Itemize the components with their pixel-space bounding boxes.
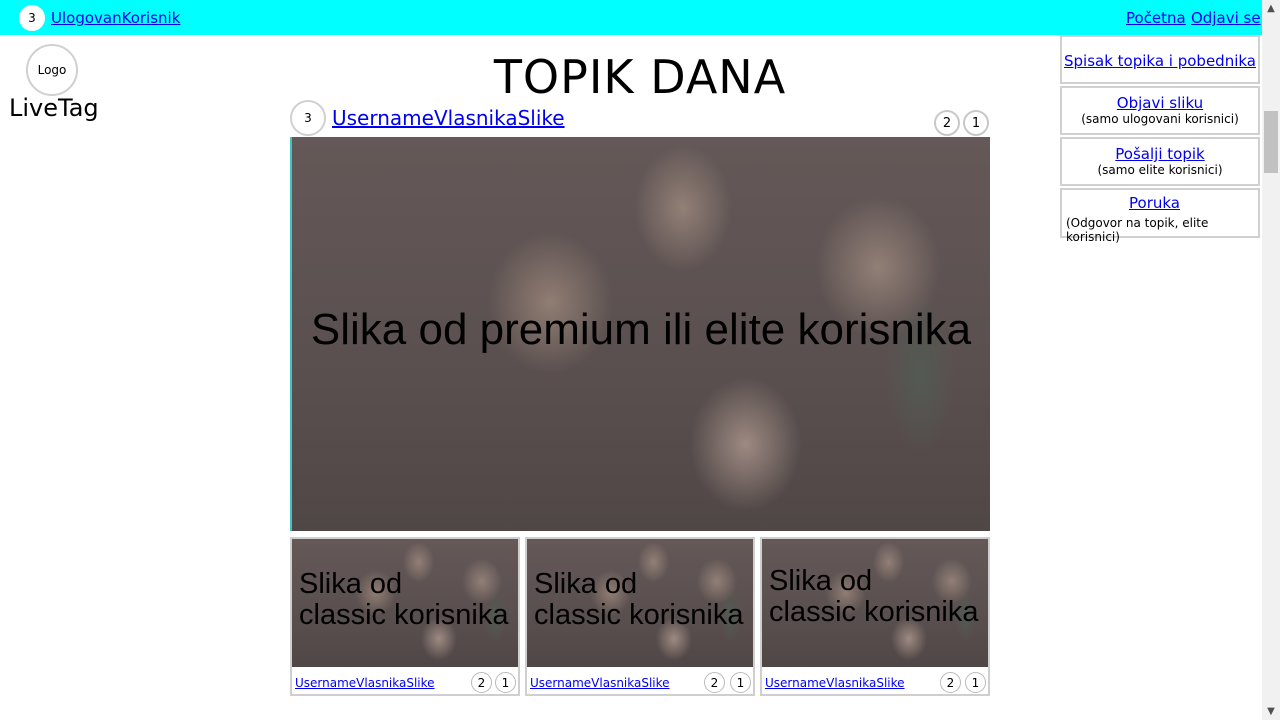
user-level-badge: 3 [19, 5, 45, 31]
sidebar-item-send-topic[interactable]: Pošalji topik (samo elite korisnici) [1060, 137, 1260, 186]
featured-photo[interactable]: Slika od premium ili elite korisnika [290, 137, 990, 531]
right-sidebar: Spisak topika i pobednika Objavi sliku (… [1060, 35, 1260, 244]
thumb-owner-link[interactable]: UsernameVlasnikaSlike [295, 676, 435, 690]
sidebar-item-post-photo[interactable]: Objavi sliku (samo ulogovani korisnici) [1060, 86, 1260, 135]
thumb-owner-link[interactable]: UsernameVlasnikaSlike [530, 676, 670, 690]
logo-icon[interactable]: Logo [26, 44, 78, 96]
thumb-caption: Slika od classic korisnika [299, 568, 509, 631]
send-topic-note: (samo elite korisnici) [1097, 163, 1223, 177]
owner-level-badge: 3 [290, 100, 326, 136]
featured-vote-badge[interactable]: 1 [963, 110, 989, 136]
logged-user-link[interactable]: UlogovanKorisnik [51, 9, 180, 27]
logout-link[interactable]: Odjavi se [1191, 9, 1261, 27]
thumb-vote-badge[interactable]: 1 [965, 672, 986, 693]
thumb-photo[interactable]: Slika od classic korisnika [762, 539, 988, 667]
featured-photo-caption: Slika od premium ili elite korisnika [310, 305, 972, 354]
home-link[interactable]: Početna [1126, 9, 1186, 27]
post-photo-link[interactable]: Objavi sliku [1062, 94, 1258, 112]
thumb-card[interactable]: Slika od classic korisnika UsernameVlasn… [760, 537, 990, 696]
message-link[interactable]: Poruka [1066, 194, 1258, 212]
post-photo-note: (samo ulogovani korisnici) [1081, 112, 1239, 126]
message-note: (Odgovor na topik, elite korisnici) [1066, 216, 1209, 244]
thumb-photo[interactable]: Slika od classic korisnika [527, 539, 753, 667]
top-bar: 3 UlogovanKorisnik Početna Odjavi se [0, 0, 1262, 35]
page-title: TOPIK DANA [493, 50, 787, 104]
featured-count-badge[interactable]: 2 [934, 110, 960, 136]
topics-winners-link[interactable]: Spisak topika i pobednika [1062, 52, 1258, 70]
thumb-caption: Slika od classic korisnika [769, 565, 979, 628]
thumb-card[interactable]: Slika od classic korisnika UsernameVlasn… [525, 537, 755, 696]
sidebar-item-topics[interactable]: Spisak topika i pobednika [1060, 35, 1260, 84]
thumb-count-badge[interactable]: 2 [704, 672, 725, 693]
sidebar-item-message[interactable]: Poruka (Odgovor na topik, elite korisnic… [1060, 188, 1260, 244]
thumb-count-badge[interactable]: 2 [940, 672, 961, 693]
thumb-photo[interactable]: Slika od classic korisnika [292, 539, 518, 667]
thumb-vote-badge[interactable]: 1 [730, 672, 751, 693]
scrollbar-thumb[interactable] [1264, 111, 1278, 173]
thumb-card[interactable]: Slika od classic korisnika UsernameVlasn… [290, 537, 520, 696]
arrow-up-icon[interactable]: ▲ [1262, 0, 1280, 17]
brand-name: LiveTag [9, 94, 99, 122]
thumb-vote-badge[interactable]: 1 [495, 672, 516, 693]
page-scrollbar[interactable]: ▲ ▼ [1262, 0, 1280, 720]
arrow-down-icon[interactable]: ▼ [1262, 703, 1280, 720]
thumb-caption: Slika od classic korisnika [534, 568, 744, 631]
thumb-count-badge[interactable]: 2 [471, 672, 492, 693]
send-topic-link[interactable]: Pošalji topik [1062, 145, 1258, 163]
featured-owner-link[interactable]: UsernameVlasnikaSlike [332, 106, 565, 130]
thumb-owner-link[interactable]: UsernameVlasnikaSlike [765, 676, 905, 690]
